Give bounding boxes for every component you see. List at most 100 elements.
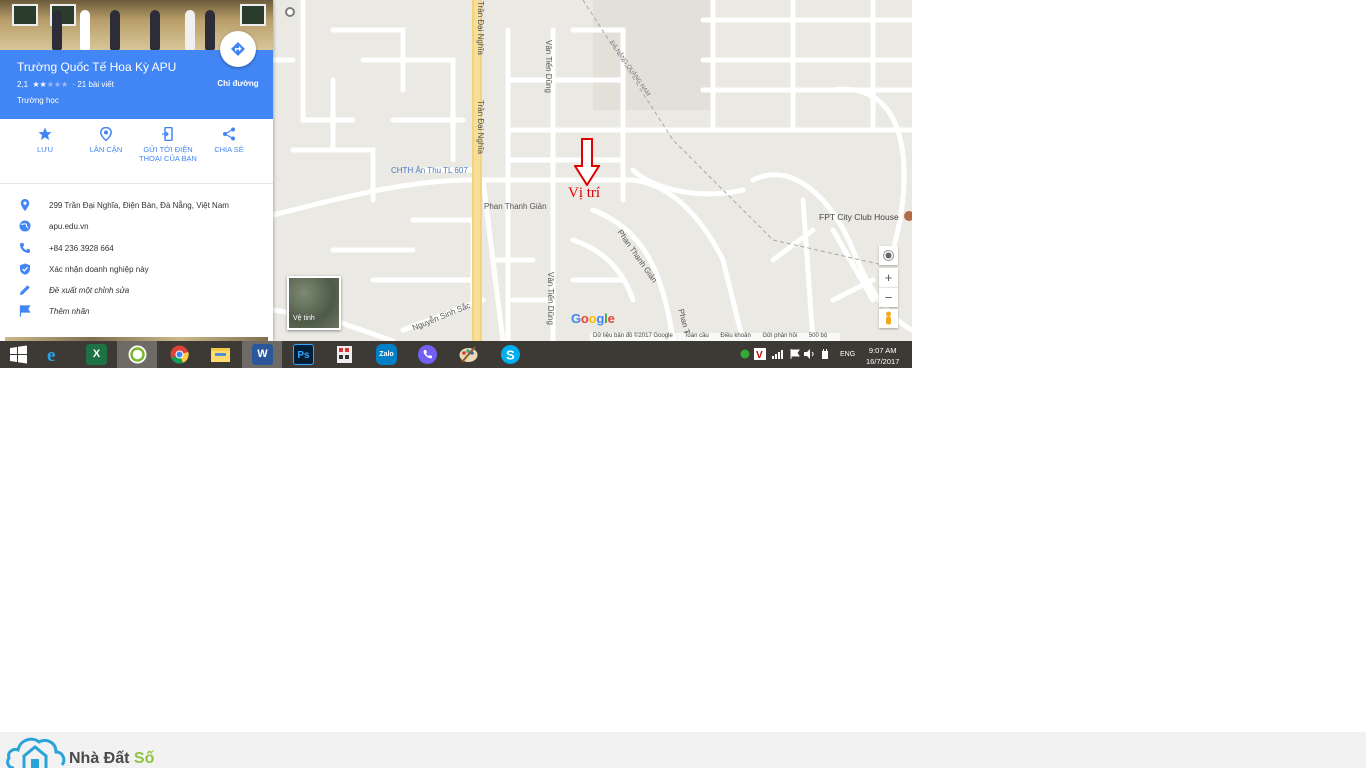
share-button[interactable]: CHIA SẺ <box>198 127 260 154</box>
send-to-phone-label: GỬI TỚI ĐIỆN THOẠI CỦA BẠN <box>139 145 197 163</box>
nearby-button[interactable]: LÂN CẬN <box>75 127 137 154</box>
power-plug-icon[interactable] <box>820 349 830 359</box>
add-label-text: Thêm nhãn <box>49 307 90 317</box>
input-language-indicator[interactable]: ENG <box>840 351 855 358</box>
calculator-icon[interactable] <box>334 344 355 365</box>
feedback-link[interactable]: Gửi phản hồi <box>762 333 797 339</box>
website-text: apu.edu.vn <box>49 222 89 232</box>
website-row[interactable]: apu.edu.vn <box>0 217 273 238</box>
location-marker-label: Vị trí <box>568 185 601 201</box>
chrome-icon[interactable] <box>169 344 190 365</box>
send-to-phone-icon <box>162 127 173 141</box>
rating-stars: ★★★★★ <box>32 80 68 89</box>
brand-name: Nhà Đất Số <box>69 750 154 768</box>
claim-business-row[interactable]: Xác nhận doanh nghiệp này <box>0 260 273 281</box>
brand-main: Nhà Đất <box>69 750 130 767</box>
location-arrow-icon <box>574 138 600 186</box>
nearby-label: LÂN CẬN <box>89 145 123 154</box>
place-panel: Trường Quốc Tế Hoa Kỳ APU 2,1 ★★★★★ · 21… <box>0 0 273 341</box>
brand-accent: Số <box>133 750 155 767</box>
address-text: 299 Trần Đại Nghĩa, Điện Bàn, Đà Nẵng, V… <box>49 201 229 210</box>
network-signal-icon[interactable] <box>772 349 784 359</box>
map-label-tran-dai-nghia: Trần Đại Nghĩa <box>476 100 485 154</box>
skype-icon[interactable]: S <box>500 344 521 365</box>
photoshop-icon[interactable]: Ps <box>293 344 314 365</box>
cloud-house-logo-icon <box>6 737 66 768</box>
place-rating: 2,1 ★★★★★ · 21 bài viết <box>17 80 114 89</box>
save-label: LƯU <box>37 145 53 154</box>
claim-business-text: Xác nhận doanh nghiệp này <box>49 264 149 274</box>
add-label-row[interactable]: Thêm nhãn <box>0 302 273 323</box>
file-explorer-icon[interactable] <box>210 344 231 365</box>
scale-label: 500 bộ <box>808 333 828 339</box>
place-category[interactable]: Trường học <box>17 96 59 105</box>
global-link[interactable]: Toàn cầu <box>684 333 708 339</box>
review-count[interactable]: · 21 bài viết <box>72 80 113 89</box>
vietkey-tray-icon[interactable]: V <box>754 348 766 360</box>
directions-button[interactable] <box>220 31 256 67</box>
google-logo-letter: g <box>596 311 605 326</box>
star-icon <box>38 127 52 140</box>
security-shield-tray-icon[interactable] <box>740 349 750 359</box>
verified-shield-icon <box>20 263 30 275</box>
zalo-icon-text: Zalo <box>379 351 394 358</box>
word-icon[interactable]: W <box>252 344 273 365</box>
nhadatso-logo[interactable]: Nhà Đất Số <box>6 732 176 768</box>
map-data-attribution: Dữ liệu bản đồ ©2017 Google <box>593 333 673 339</box>
volume-icon[interactable] <box>804 349 815 359</box>
photoshop-icon-letters: Ps <box>297 350 310 361</box>
phone-icon <box>20 242 30 253</box>
clock-time: 9:07 AM <box>868 346 897 355</box>
flag-icon <box>19 305 31 317</box>
send-to-phone-button[interactable]: GỬI TỚI ĐIỆN THOẠI CỦA BẠN <box>137 127 199 163</box>
phone-row[interactable]: +84 236 3928 664 <box>0 239 273 260</box>
coccoc-icon[interactable] <box>127 344 148 365</box>
nearby-icon <box>100 127 112 141</box>
phone-text: +84 236 3928 664 <box>49 243 114 253</box>
internet-explorer-icon[interactable]: e <box>44 344 65 365</box>
directions-label[interactable]: Chỉ đường <box>210 79 266 88</box>
svg-text:V: V <box>756 350 763 360</box>
pegman-icon <box>886 311 891 325</box>
satellite-toggle[interactable]: Vệ tinh <box>287 276 341 330</box>
zoom-out-button[interactable]: − <box>879 287 898 307</box>
action-bar: LƯU LÂN CẬN GỬI TỚI ĐIỆN THOẠI CỦA BẠN C… <box>0 119 273 184</box>
windows-start-icon[interactable] <box>8 344 29 365</box>
taskbar-clock[interactable]: 9:07 AM 16/7/2017 <box>866 345 899 367</box>
map-label-van-tien-dung-bottom: Văn Tiến Dũng <box>546 272 555 325</box>
map-label-phan-thanh-gian-1: Phan Thanh Giản <box>484 202 547 211</box>
google-logo: Google <box>571 311 615 326</box>
zoom-in-button[interactable]: + <box>879 268 898 287</box>
place-info-list: 299 Trần Đại Nghĩa, Điện Bàn, Đà Nẵng, V… <box>0 196 273 324</box>
save-button[interactable]: LƯU <box>14 127 76 154</box>
share-label: CHIA SẺ <box>214 145 244 154</box>
map-label-fpt: FPT City Club House <box>819 212 899 222</box>
clock-date: 16/7/2017 <box>866 357 900 366</box>
my-location-button[interactable] <box>879 246 898 265</box>
globe-icon <box>19 220 31 232</box>
map-label-tran-dai-nghia-top: Trần Đại Nghĩa <box>476 1 485 55</box>
terms-link[interactable]: Điều khoản <box>720 333 750 339</box>
map-attribution: Dữ liệu bản đồ ©2017 Google Toàn cầu Điề… <box>590 333 841 341</box>
windows-taskbar: e X W Ps Zalo S V ENG 9:07 AM 16/7/2017 <box>0 341 912 368</box>
google-logo-letter: e <box>607 311 615 326</box>
viber-icon[interactable] <box>417 344 438 365</box>
action-center-flag-icon[interactable] <box>790 349 800 359</box>
site-footer: Nhà Đất Số <box>0 732 1366 768</box>
suggest-edit-text: Đề xuất một chỉnh sửa <box>49 286 130 296</box>
paint-icon[interactable] <box>458 344 479 365</box>
google-logo-letter: G <box>571 311 581 326</box>
star-empty-icon: ★★★ <box>46 80 69 89</box>
location-pin-icon <box>20 199 30 211</box>
google-logo-letter: o <box>580 311 589 326</box>
word-icon-letter: W <box>257 348 268 360</box>
zalo-icon[interactable]: Zalo <box>376 344 397 365</box>
satellite-label: Vệ tinh <box>293 315 315 322</box>
svg-text:S: S <box>506 348 515 363</box>
street-view-pegman[interactable] <box>879 309 898 328</box>
address-row[interactable]: 299 Trần Đại Nghĩa, Điện Bàn, Đà Nẵng, V… <box>0 196 273 217</box>
suggest-edit-row[interactable]: Đề xuất một chỉnh sửa <box>0 281 273 302</box>
place-title: Trường Quốc Tế Hoa Kỳ APU <box>17 60 177 74</box>
excel-icon[interactable]: X <box>86 344 107 365</box>
map-label-van-tien-dung-top: Văn Tiến Dũng <box>544 40 553 93</box>
